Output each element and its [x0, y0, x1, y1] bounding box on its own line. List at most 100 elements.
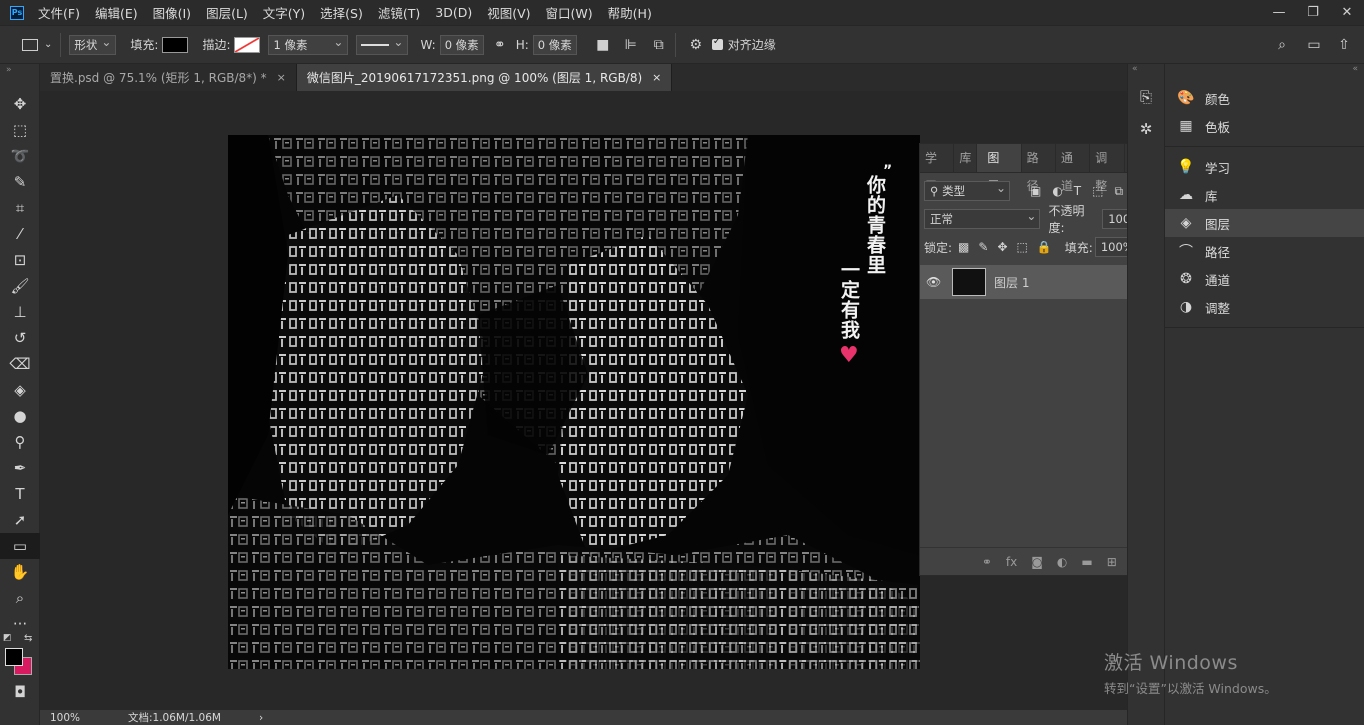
panel-paths[interactable]: ⌒ 路径	[1165, 237, 1364, 265]
brush-settings-icon[interactable]: ✲	[1128, 116, 1164, 142]
healing-tool-icon[interactable]: ⊡	[0, 247, 40, 273]
lock-icons[interactable]: ▩✎✥⬚🔒	[958, 240, 1061, 254]
menu-edit[interactable]: 编辑(E)	[95, 3, 138, 22]
artwork-canvas[interactable]: 你的青春里 一定有我 ” ♥	[228, 135, 920, 669]
close-tab-icon[interactable]: ×	[652, 71, 661, 84]
tab-adjustments[interactable]: 调整	[1090, 144, 1125, 193]
link-layers-icon[interactable]: ⚭	[982, 555, 992, 569]
path-operations-icon[interactable]: ■	[595, 37, 611, 53]
paint-bucket-icon[interactable]: ◈	[0, 377, 40, 403]
workspace-icon[interactable]: ▭	[1306, 37, 1322, 53]
lasso-tool-icon[interactable]: ➰	[0, 143, 40, 169]
type-tool-icon[interactable]: T	[0, 481, 40, 507]
stroke-swatch[interactable]	[234, 36, 261, 53]
chevron-down-icon: ⌄	[44, 39, 53, 50]
rectangle-tool-icon[interactable]: ▭	[0, 533, 40, 559]
width-input[interactable]: 0 像素	[439, 34, 484, 55]
height-input[interactable]: 0 像素	[532, 34, 577, 55]
divider	[60, 32, 62, 57]
blend-mode-select[interactable]: 正常	[924, 207, 1041, 229]
quick-mask-icon[interactable]: ◘	[0, 679, 40, 705]
swap-colors-icon[interactable]: ⇆	[24, 633, 32, 644]
path-arrangement-icon[interactable]: ⧉	[651, 37, 667, 53]
fill-swatch[interactable]	[162, 36, 189, 53]
stroke-width-select[interactable]: 1 像素	[268, 33, 349, 55]
menu-3d[interactable]: 3D(D)	[435, 5, 472, 20]
shape-mode-select[interactable]: 形状	[69, 33, 117, 55]
history-brush-icon[interactable]: ↺	[0, 325, 40, 351]
panel-learn[interactable]: 💡 学习	[1165, 153, 1364, 181]
path-select-icon[interactable]: ➚	[0, 507, 40, 533]
menu-window[interactable]: 窗口(W)	[546, 3, 593, 22]
filter-kind-icons[interactable]: ▣◐T⬚⧉	[1030, 184, 1134, 199]
share-icon[interactable]: ⇧	[1336, 37, 1352, 53]
panel-color[interactable]: 🎨 颜色	[1165, 84, 1364, 112]
history-panel-icon[interactable]: ⎘	[1128, 84, 1164, 110]
panel-libraries[interactable]: ☁ 库	[1165, 181, 1364, 209]
poster-text-line1: 你的青春里	[864, 175, 886, 275]
restore-button[interactable]: ❐	[1296, 5, 1330, 20]
zoom-level[interactable]: 100%	[50, 712, 96, 724]
eyedropper-tool-icon[interactable]: ⁄	[0, 221, 40, 247]
tab-layers[interactable]: 图层	[977, 144, 1022, 193]
search-icon[interactable]: ⌕	[1274, 37, 1290, 53]
layer-name[interactable]: 图层 1	[994, 274, 1029, 291]
panel-adjustments[interactable]: ◑ 调整	[1165, 293, 1364, 321]
dodge-tool-icon[interactable]: ⚲	[0, 429, 40, 455]
stroke-type-select[interactable]	[356, 33, 409, 55]
collapse-icon[interactable]: «	[1165, 64, 1364, 78]
gear-icon[interactable]: ⚙	[688, 37, 704, 53]
menu-filter[interactable]: 滤镜(T)	[378, 3, 420, 22]
panel-swatches[interactable]: ▦ 色板	[1165, 112, 1364, 140]
pen-tool-icon[interactable]: ✒	[0, 455, 40, 481]
quick-select-tool-icon[interactable]: ✎	[0, 169, 40, 195]
tool-preset-picker[interactable]: ⌄	[22, 38, 53, 51]
eraser-tool-icon[interactable]: ⌫	[0, 351, 40, 377]
tools-panel: » ✥ ⬚ ➰ ✎ ⌗ ⁄ ⊡ 🖌 ⊥ ↺ ⌫ ◈ ● ⚲ ✒ T ➚ ▭ ✋ …	[0, 64, 40, 725]
eye-icon[interactable]: 👁	[926, 275, 944, 289]
adjustment-layer-icon[interactable]: ◐	[1057, 555, 1067, 569]
tab-paths[interactable]: 路径	[1022, 144, 1056, 193]
layer-row[interactable]: 👁 图层 1	[920, 265, 1148, 299]
status-menu-arrow[interactable]: ›	[259, 712, 263, 724]
tab-channels[interactable]: 通道	[1056, 144, 1091, 193]
new-layer-icon[interactable]: ⊞	[1107, 555, 1117, 569]
zoom-tool-icon[interactable]: ⌕	[0, 585, 40, 611]
blur-tool-icon[interactable]: ●	[0, 403, 40, 429]
color-swatches: ◩ ⇆	[0, 633, 39, 677]
menu-view[interactable]: 视图(V)	[487, 3, 530, 22]
marquee-tool-icon[interactable]: ⬚	[0, 117, 40, 143]
color-panel-group: 🎨 颜色 ▦ 色板	[1165, 78, 1364, 147]
panel-channels[interactable]: ❂ 通道	[1165, 265, 1364, 293]
menu-select[interactable]: 选择(S)	[320, 3, 363, 22]
close-tab-icon[interactable]: ×	[277, 71, 286, 84]
collapse-icon[interactable]: »	[0, 64, 39, 91]
tab-wechat-image[interactable]: 微信图片_20190617172351.png @ 100% (图层 1, RG…	[296, 64, 673, 91]
brush-tool-icon[interactable]: 🖌	[0, 273, 40, 299]
menu-help[interactable]: 帮助(H)	[608, 3, 652, 22]
align-edges-checkbox[interactable]	[711, 36, 723, 50]
fx-icon[interactable]: fx	[1006, 555, 1017, 569]
tab-displace-psd[interactable]: 置换.psd @ 75.1% (矩形 1, RGB/8*) * ×	[40, 64, 297, 91]
minimize-button[interactable]: —	[1262, 5, 1296, 20]
collapse-icon[interactable]: «	[1128, 64, 1164, 74]
crop-tool-icon[interactable]: ⌗	[0, 195, 40, 221]
path-alignment-icon[interactable]: ⊫	[623, 37, 639, 53]
stamp-tool-icon[interactable]: ⊥	[0, 299, 40, 325]
default-colors-icon[interactable]: ◩	[3, 633, 12, 643]
layer-filter-select[interactable]: ⚲ 类型	[924, 179, 1010, 201]
move-tool-icon[interactable]: ✥	[0, 91, 40, 117]
menu-layer[interactable]: 图层(L)	[206, 3, 248, 22]
hand-tool-icon[interactable]: ✋	[0, 559, 40, 585]
menu-file[interactable]: 文件(F)	[38, 3, 80, 22]
foreground-color-swatch[interactable]	[5, 648, 23, 666]
close-button[interactable]: ✕	[1330, 5, 1364, 20]
add-mask-icon[interactable]: ◙	[1031, 555, 1043, 569]
tab-learn[interactable]: 学习	[920, 144, 955, 193]
new-group-icon[interactable]: ▬	[1081, 555, 1092, 569]
link-icon[interactable]: ⚭	[492, 37, 508, 53]
tab-libraries[interactable]: 库	[954, 144, 978, 172]
menu-image[interactable]: 图像(I)	[153, 3, 191, 22]
panel-layers[interactable]: ◈ 图层	[1165, 209, 1364, 237]
menu-type[interactable]: 文字(Y)	[263, 3, 305, 22]
